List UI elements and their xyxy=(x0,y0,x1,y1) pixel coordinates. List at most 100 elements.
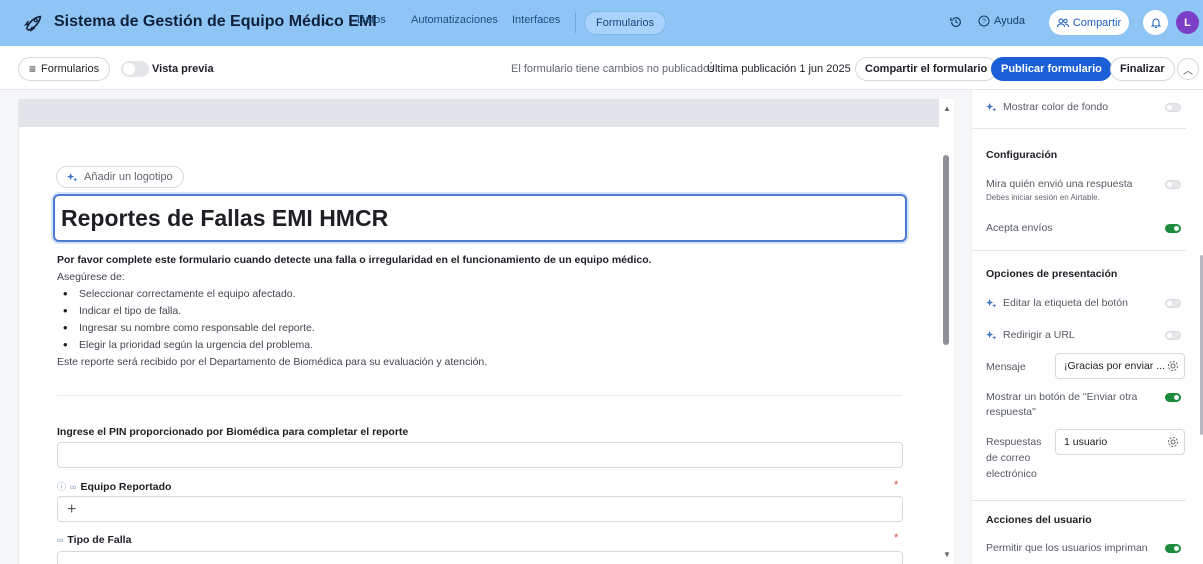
share-label: Compartir xyxy=(1072,16,1122,29)
link-icon: ∞ xyxy=(70,481,77,492)
who-sent-label: Mira quién envió una respuesta xyxy=(986,178,1133,190)
avatar[interactable]: L xyxy=(1176,11,1199,34)
menu-icon: ≡ xyxy=(29,62,37,76)
send-another-label-1: Mostrar un botón de "Enviar otra xyxy=(986,391,1138,403)
divider xyxy=(57,395,902,396)
allow-print-label: Permitir que los usuarios impriman xyxy=(986,542,1148,554)
user-actions-heading: Acciones del usuario xyxy=(986,514,1092,526)
form-canvas: ▲ ▼ Añadir un logotipo Reportes de Falla… xyxy=(18,99,954,564)
nav-datos[interactable]: Datos xyxy=(357,14,386,26)
send-another-label-2: respuesta" xyxy=(986,406,1036,418)
scroll-up-icon[interactable]: ▲ xyxy=(943,104,951,113)
send-another-toggle[interactable] xyxy=(1165,393,1181,402)
scrollbar-thumb[interactable] xyxy=(943,155,949,345)
email-responses-label-3: electrónico xyxy=(986,468,1037,480)
equipment-linked-field[interactable] xyxy=(57,496,903,522)
edit-button-label-toggle[interactable] xyxy=(1165,299,1181,308)
pin-field-label: Ingrese el PIN proporcionado por Biomédi… xyxy=(57,426,409,438)
description-ensure: Asegúrese de: xyxy=(57,271,125,283)
scroll-down-icon[interactable]: ▼ xyxy=(943,550,951,559)
forms-menu-label: Formularios xyxy=(41,63,100,75)
sparkle-icon xyxy=(986,102,997,112)
description-footer: Este reporte será recibido por el Depart… xyxy=(57,356,488,368)
bell-icon xyxy=(1150,18,1161,28)
form-header-band xyxy=(19,99,939,127)
unpublished-notice: El formulario tiene cambios no publicado… xyxy=(511,63,715,75)
gear-icon[interactable] xyxy=(1167,360,1179,372)
message-value: ¡Gracias por enviar ... xyxy=(1064,360,1165,372)
form-toolbar: ≡ Formularios Vista previa El formulario… xyxy=(0,46,1203,90)
email-responses-label-2: de correo xyxy=(986,452,1031,464)
nav-formularios[interactable]: Formularios xyxy=(584,11,667,35)
email-responses-value: 1 usuario xyxy=(1064,436,1108,448)
help-label: Ayuda xyxy=(994,15,1025,27)
notifications-button[interactable] xyxy=(1143,10,1168,35)
config-heading: Configuración xyxy=(986,149,1058,161)
forms-menu-button[interactable]: ≡ Formularios xyxy=(18,57,111,81)
bg-color-label: Mostrar color de fondo xyxy=(1003,101,1109,113)
chevron-up-icon[interactable]: ︿ xyxy=(1177,58,1199,80)
bg-color-option: Mostrar color de fondo xyxy=(986,101,1108,113)
gear-icon[interactable] xyxy=(1167,436,1179,448)
description-intro: Por favor complete este formulario cuand… xyxy=(57,254,652,266)
history-icon[interactable] xyxy=(949,15,963,29)
link-icon: ∞ xyxy=(57,535,64,545)
list-item: Indicar el tipo de falla. xyxy=(63,303,917,320)
sparkle-icon xyxy=(986,330,997,340)
pin-input[interactable] xyxy=(57,442,903,468)
share-form-button[interactable]: Compartir el formulario xyxy=(855,57,998,81)
preview-toggle[interactable] xyxy=(121,61,149,77)
divider xyxy=(972,500,1186,501)
add-logo-label: Añadir un logotipo xyxy=(84,171,173,183)
accepts-label: Acepta envíos xyxy=(986,222,1053,234)
sparkle-icon xyxy=(986,298,997,308)
redirect-toggle[interactable] xyxy=(1165,331,1181,340)
share-button[interactable]: Compartir xyxy=(1049,10,1129,35)
fault-type-field[interactable] xyxy=(57,551,903,564)
sparkle-icon xyxy=(67,172,78,182)
edit-button-label-text: Editar la etiqueta del botón xyxy=(1003,297,1128,309)
fault-type-label-text: Tipo de Falla xyxy=(67,534,132,546)
equipment-label-text: Equipo Reportado xyxy=(80,480,172,493)
edit-button-label-option: Editar la etiqueta del botón xyxy=(986,297,1128,309)
email-responses-label-1: Respuestas xyxy=(986,436,1042,448)
nav-interfaces[interactable]: Interfaces xyxy=(512,14,560,26)
finish-button[interactable]: Finalizar xyxy=(1110,57,1175,81)
settings-panel: Mostrar color de fondo Configuración Mir… xyxy=(971,90,1203,564)
divider xyxy=(972,128,1186,129)
equipment-field-label: ⓘ ∞ Equipo Reportado xyxy=(57,480,171,493)
publish-form-button[interactable]: Publicar formulario xyxy=(991,57,1112,81)
users-icon xyxy=(1056,18,1069,27)
help-button[interactable]: ? Ayuda xyxy=(978,15,1025,27)
form-title-input[interactable]: Reportes de Fallas EMI HMCR xyxy=(53,194,907,242)
email-responses-input[interactable]: 1 usuario xyxy=(1055,429,1185,455)
list-item: Elegir la prioridad según la urgencia de… xyxy=(63,337,917,354)
list-item: Seleccionar correctamente el equipo afec… xyxy=(63,286,917,303)
bg-color-toggle[interactable] xyxy=(1165,103,1181,112)
help-icon: ? xyxy=(978,15,990,27)
redirect-option: Redirigir a URL xyxy=(986,329,1075,341)
last-published: Última publicación 1 jun 2025 xyxy=(707,63,851,75)
chevron-down-icon[interactable]: ⌄ xyxy=(322,15,331,28)
required-marker: * xyxy=(894,532,899,544)
nav-divider xyxy=(575,13,576,33)
preview-label: Vista previa xyxy=(152,63,214,75)
add-logo-button[interactable]: Añadir un logotipo xyxy=(56,166,184,188)
accepts-toggle[interactable] xyxy=(1165,224,1181,233)
message-label: Mensaje xyxy=(986,361,1026,373)
add-icon[interactable]: + xyxy=(67,501,76,519)
rocket-icon[interactable] xyxy=(22,12,44,34)
login-note: Debes iniciar sesión en Airtable. xyxy=(986,193,1100,202)
top-bar: Sistema de Gestión de Equipo Médico EMI … xyxy=(0,0,1203,46)
svg-text:?: ? xyxy=(982,19,986,26)
nav-automatizaciones[interactable]: Automatizaciones xyxy=(411,14,498,26)
message-input[interactable]: ¡Gracias por enviar ... xyxy=(1055,353,1185,379)
redirect-label: Redirigir a URL xyxy=(1003,329,1075,341)
required-marker: * xyxy=(894,479,899,491)
allow-print-toggle[interactable] xyxy=(1165,544,1181,553)
description-list: Seleccionar correctamente el equipo afec… xyxy=(57,286,917,354)
list-item: Ingresar su nombre como responsable del … xyxy=(63,320,917,337)
who-sent-toggle[interactable] xyxy=(1165,180,1181,189)
fault-type-field-label: ∞ Tipo de Falla xyxy=(57,534,131,546)
form-description[interactable]: Por favor complete este formulario cuand… xyxy=(57,252,917,371)
